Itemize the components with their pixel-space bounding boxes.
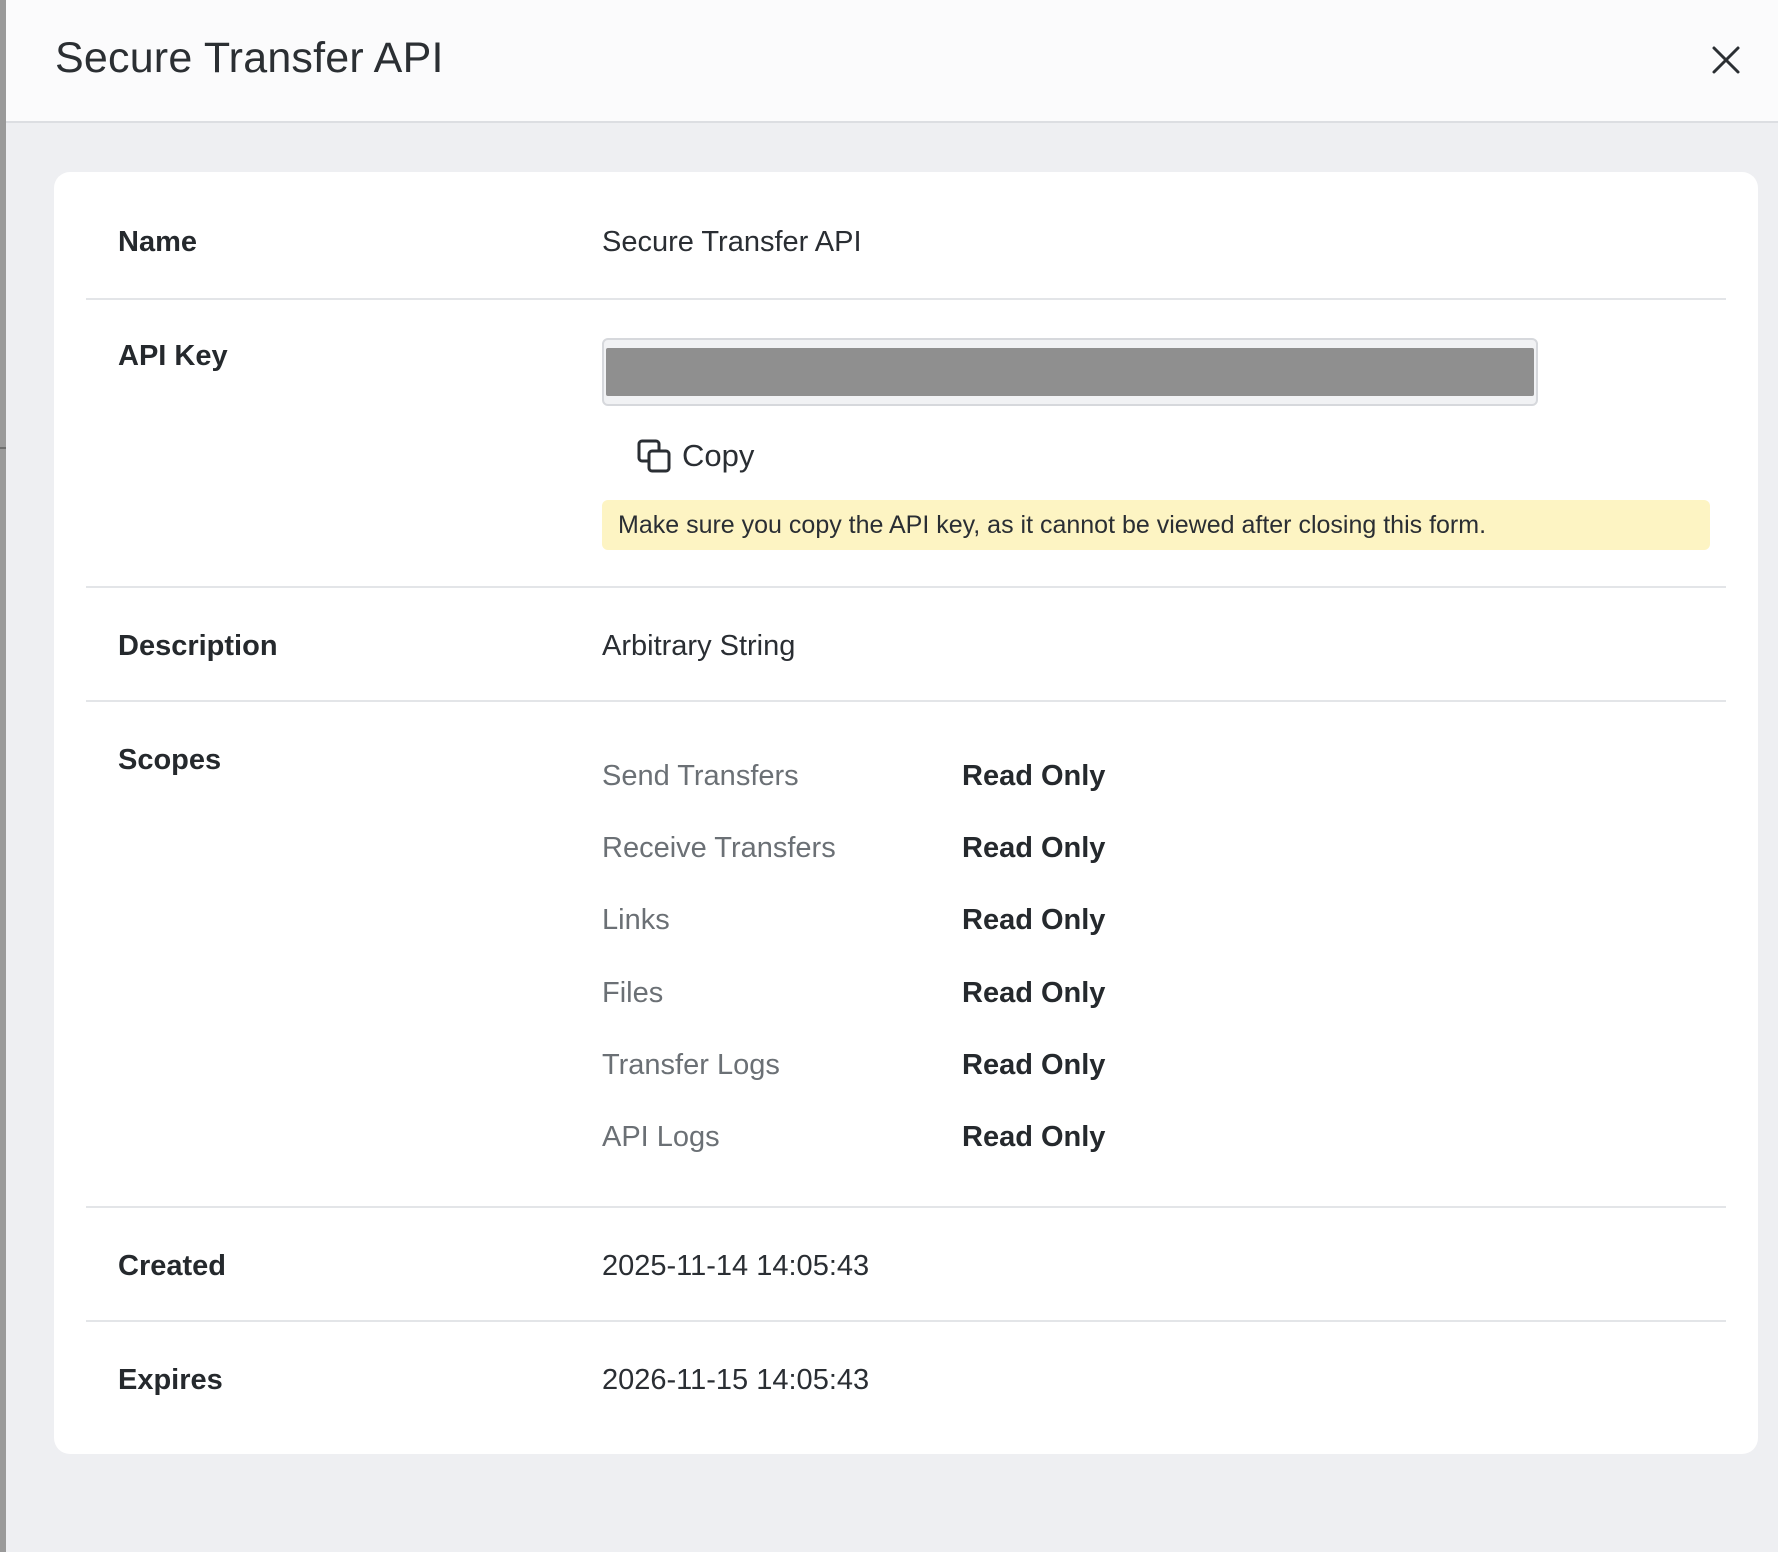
details-card: Name Secure Transfer API API Key Copy Ma… [54, 172, 1758, 1454]
scope-name: API Logs [602, 1121, 720, 1153]
api-key-details-panel: Secure Transfer API Name Secure Transfer… [6, 0, 1778, 1552]
scope-item: Receive Transfers Read Only [602, 832, 1302, 872]
scopes-row: Scopes Send Transfers Read Only Receive … [86, 702, 1726, 1208]
scope-name: Transfer Logs [602, 1049, 780, 1081]
expires-label: Expires [118, 1364, 223, 1396]
api-key-field[interactable] [602, 338, 1538, 406]
copy-label: Copy [682, 438, 755, 473]
name-row: Name Secure Transfer API [86, 172, 1726, 300]
scope-name: Send Transfers [602, 760, 799, 792]
expires-value: 2026-11-15 14:05:43 [602, 1364, 870, 1396]
api-key-row: API Key Copy Make sure you copy the API … [86, 300, 1726, 588]
scope-item: Transfer Logs Read Only [602, 1049, 1302, 1089]
expires-row: Expires 2026-11-15 14:05:43 [86, 1322, 1726, 1436]
close-button[interactable] [1706, 40, 1746, 80]
panel-title: Secure Transfer API [55, 34, 444, 82]
scope-name: Receive Transfers [602, 832, 836, 864]
description-row: Description Arbitrary String [86, 588, 1726, 702]
scopes-label: Scopes [118, 744, 222, 776]
panel-header: Secure Transfer API [6, 0, 1778, 123]
copy-warning: Make sure you copy the API key, as it ca… [602, 500, 1710, 550]
scope-level: Read Only [962, 832, 1106, 864]
scope-item: API Logs Read Only [602, 1121, 1302, 1161]
scope-level: Read Only [962, 1121, 1106, 1153]
scope-name: Links [602, 904, 670, 936]
created-row: Created 2025-11-14 14:05:43 [86, 1208, 1726, 1322]
scope-item: Links Read Only [602, 904, 1302, 944]
scope-level: Read Only [962, 904, 1106, 936]
name-label: Name [118, 226, 197, 258]
description-label: Description [118, 630, 278, 662]
copy-button[interactable]: Copy [636, 434, 754, 478]
created-label: Created [118, 1250, 226, 1282]
description-value: Arbitrary String [602, 630, 796, 662]
api-key-label: API Key [118, 340, 228, 372]
close-icon [1712, 46, 1740, 74]
copy-icon [637, 439, 671, 473]
scope-item: Files Read Only [602, 977, 1302, 1017]
created-value: 2025-11-14 14:05:43 [602, 1250, 870, 1282]
scope-level: Read Only [962, 760, 1106, 792]
scope-name: Files [602, 977, 664, 1009]
api-key-redacted-value [606, 348, 1534, 396]
name-value: Secure Transfer API [602, 226, 862, 258]
scope-level: Read Only [962, 977, 1106, 1009]
scope-level: Read Only [962, 1049, 1106, 1081]
scope-item: Send Transfers Read Only [602, 760, 1302, 800]
